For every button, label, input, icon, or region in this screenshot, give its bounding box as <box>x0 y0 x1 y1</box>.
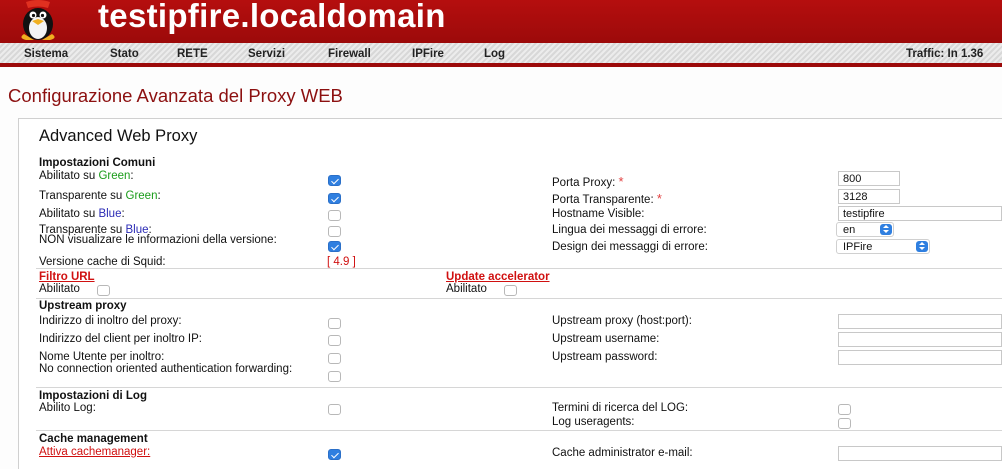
app-header: testipfire.localdomain <box>0 0 1002 43</box>
menu-rete[interactable]: RETE <box>177 48 208 60</box>
error-language-select[interactable]: en <box>836 222 894 237</box>
label-url-filter-enabled: Abilitato <box>39 283 80 295</box>
label-upstream-proxy: Upstream proxy (host:port): <box>552 315 692 327</box>
activate-cachemanager-link[interactable]: Attiva cachemanager: <box>39 446 150 458</box>
squid-version-value: [ 4.9 ] <box>327 256 356 268</box>
menu-sistema[interactable]: Sistema <box>24 48 68 60</box>
chevron-updown-icon <box>880 224 892 235</box>
upstream-proxy-input[interactable] <box>838 314 1002 329</box>
chevron-updown-icon <box>916 241 928 252</box>
forward-proxy-address-checkbox[interactable] <box>328 318 341 329</box>
forward-client-ip-checkbox[interactable] <box>328 335 341 346</box>
menu-log[interactable]: Log <box>484 48 505 60</box>
label-upstream-password: Upstream password: <box>552 351 658 363</box>
section-heading-upstream: Upstream proxy <box>39 300 127 312</box>
label-transparent-green: Transparente su Green: <box>39 190 161 202</box>
label-forward-username: Nome Utente per inoltro: <box>39 351 165 363</box>
section-heading-log: Impostazioni di Log <box>39 390 147 402</box>
panel-title: Advanced Web Proxy <box>39 127 198 145</box>
activate-cachemanager-checkbox[interactable] <box>328 449 341 460</box>
transparent-blue-checkbox[interactable] <box>328 226 341 237</box>
upstream-password-input[interactable] <box>838 350 1002 365</box>
forward-username-checkbox[interactable] <box>328 353 341 364</box>
url-filter-heading[interactable]: Filtro URL <box>39 271 95 283</box>
log-useragents-checkbox[interactable] <box>838 418 851 429</box>
label-transparent-port: Porta Transparente: * <box>552 191 662 206</box>
label-log-search-terms: Termini di ricerca del LOG: <box>552 402 689 414</box>
label-error-design: Design dei messaggi di errore: <box>552 241 708 253</box>
label-enabled-blue: Abilitato su Blue: <box>39 208 125 220</box>
label-visible-hostname: Hostname Visible: <box>552 208 645 220</box>
cache-admin-email-input[interactable] <box>838 446 1002 461</box>
label-no-conn-auth-forwarding: No connection oriented authentication fo… <box>39 363 293 375</box>
menu-firewall[interactable]: Firewall <box>328 48 371 60</box>
enabled-blue-checkbox[interactable] <box>328 210 341 221</box>
label-log-useragents: Log useragents: <box>552 416 635 428</box>
enabled-green-checkbox[interactable] <box>328 175 341 186</box>
label-enable-log: Abilito Log: <box>39 402 96 414</box>
divider <box>36 298 1002 299</box>
error-design-select[interactable]: IPFire <box>836 239 930 254</box>
update-accelerator-heading[interactable]: Update accelerator <box>446 271 550 283</box>
section-heading-common: Impostazioni Comuni <box>39 157 156 169</box>
enable-log-checkbox[interactable] <box>328 404 341 415</box>
label-squid-version: Versione cache di Squid: <box>39 256 166 268</box>
divider <box>36 430 1002 431</box>
menu-stato[interactable]: Stato <box>110 48 139 60</box>
url-filter-enabled-checkbox[interactable] <box>97 285 110 296</box>
label-forward-client-ip: Indirizzo del client per inoltro IP: <box>39 333 202 345</box>
traffic-indicator: Traffic: In 1.36 <box>906 48 984 60</box>
ipfire-penguin-logo-icon <box>21 0 55 40</box>
transparent-port-input[interactable]: 3128 <box>838 189 900 204</box>
main-menu: Sistema Stato RETE Servizi Firewall IPFi… <box>0 43 1002 67</box>
label-proxy-port: Porta Proxy: * <box>552 174 624 189</box>
label-cache-admin-email: Cache administrator e-mail: <box>552 447 693 459</box>
label-enabled-green: Abilitato su Green: <box>39 170 134 182</box>
label-error-language: Lingua dei messaggi di errore: <box>552 224 707 236</box>
transparent-green-checkbox[interactable] <box>328 193 341 204</box>
log-search-terms-checkbox[interactable] <box>838 404 851 415</box>
upstream-username-input[interactable] <box>838 332 1002 347</box>
label-no-version-info: NON visualizare le informazioni della ve… <box>39 234 277 246</box>
no-conn-auth-forwarding-checkbox[interactable] <box>328 371 341 382</box>
menu-ipfire[interactable]: IPFire <box>412 48 444 60</box>
section-heading-cache: Cache management <box>39 433 148 445</box>
label-forward-proxy-address: Indirizzo di inoltro del proxy: <box>39 315 182 327</box>
no-version-info-checkbox[interactable] <box>328 241 341 252</box>
proxy-port-input[interactable]: 800 <box>838 171 900 186</box>
divider <box>36 387 1002 388</box>
page-title: Configurazione Avanzata del Proxy WEB <box>8 85 343 106</box>
visible-hostname-input[interactable]: testipfire <box>838 206 1002 221</box>
label-update-accelerator-enabled: Abilitato <box>446 283 487 295</box>
label-upstream-username: Upstream username: <box>552 333 660 345</box>
divider <box>36 268 1002 269</box>
menu-servizi[interactable]: Servizi <box>248 48 285 60</box>
hostname-title: testipfire.localdomain <box>98 0 446 34</box>
update-accelerator-enabled-checkbox[interactable] <box>504 285 517 296</box>
